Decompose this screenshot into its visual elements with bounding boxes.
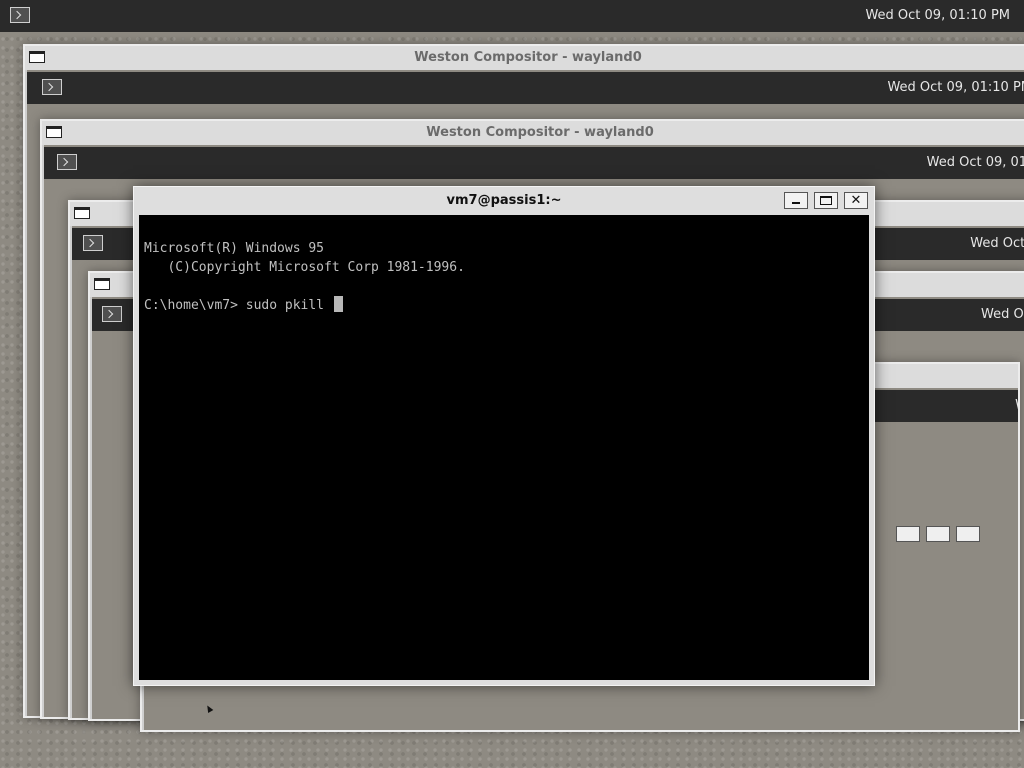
terminal-prompt: C:\home\vm7> sudo pkill (144, 298, 332, 313)
terminal-window[interactable]: vm7@passis1:~ ✕ Microsoft(R) Windows 95 … (133, 186, 875, 686)
nested-panel: Wed Oct 09, 01:10 PM (27, 72, 1024, 104)
minimize-button[interactable] (896, 526, 920, 542)
terminal-launcher-icon[interactable] (57, 154, 77, 170)
close-button[interactable]: ✕ (844, 192, 868, 209)
terminal-line: (C)Copyright Microsoft Corp 1981-1996. (144, 260, 465, 275)
text-cursor (333, 296, 343, 312)
maximize-button[interactable] (814, 192, 838, 209)
close-button[interactable] (956, 526, 980, 542)
maximize-button[interactable] (926, 526, 950, 542)
panel-clock: Wed Oct (981, 307, 1024, 322)
panel-clock: Wed Oct 09, 01:10 PM (865, 8, 1010, 23)
terminal-screen[interactable]: Microsoft(R) Windows 95 (C)Copyright Mic… (139, 215, 869, 680)
window-menu-icon[interactable] (29, 51, 45, 63)
window-menu-icon[interactable] (74, 207, 90, 219)
panel-clock: Wed Oct 09, 01:10 (926, 155, 1024, 170)
panel-clock: W (1015, 398, 1018, 413)
terminal-launcher-icon[interactable] (83, 235, 103, 251)
terminal-prompt-line: C:\home\vm7> sudo pkill (144, 296, 864, 315)
window-menu-icon[interactable] (46, 126, 62, 138)
terminal-line: ​ (144, 277, 864, 296)
panel-clock: Wed Oct 09, (970, 236, 1024, 251)
terminal-launcher-icon[interactable] (42, 79, 62, 95)
minimize-button[interactable] (784, 192, 808, 209)
terminal-title: vm7@passis1:~ (446, 193, 562, 208)
terminal-launcher-icon[interactable] (10, 7, 30, 23)
terminal-titlebar[interactable]: vm7@passis1:~ (134, 187, 874, 215)
weston-window-titlebar[interactable]: Weston Compositor - wayland0 (25, 46, 1024, 70)
window-menu-icon[interactable] (94, 278, 110, 290)
nested-panel: Wed Oct 09, 01:10 (44, 147, 1024, 179)
terminal-line: Microsoft(R) Windows 95 (144, 241, 325, 256)
terminal-launcher-icon[interactable] (102, 306, 122, 322)
top-panel: Wed Oct 09, 01:10 PM (0, 0, 1024, 32)
window-title: Weston Compositor - wayland0 (426, 125, 654, 140)
weston-window-titlebar[interactable]: Weston Compositor - wayland0 (42, 121, 1024, 145)
panel-clock: Wed Oct 09, 01:10 PM (887, 80, 1024, 95)
nested-window-buttons (896, 526, 988, 544)
window-title: Weston Compositor - wayland0 (414, 50, 642, 65)
